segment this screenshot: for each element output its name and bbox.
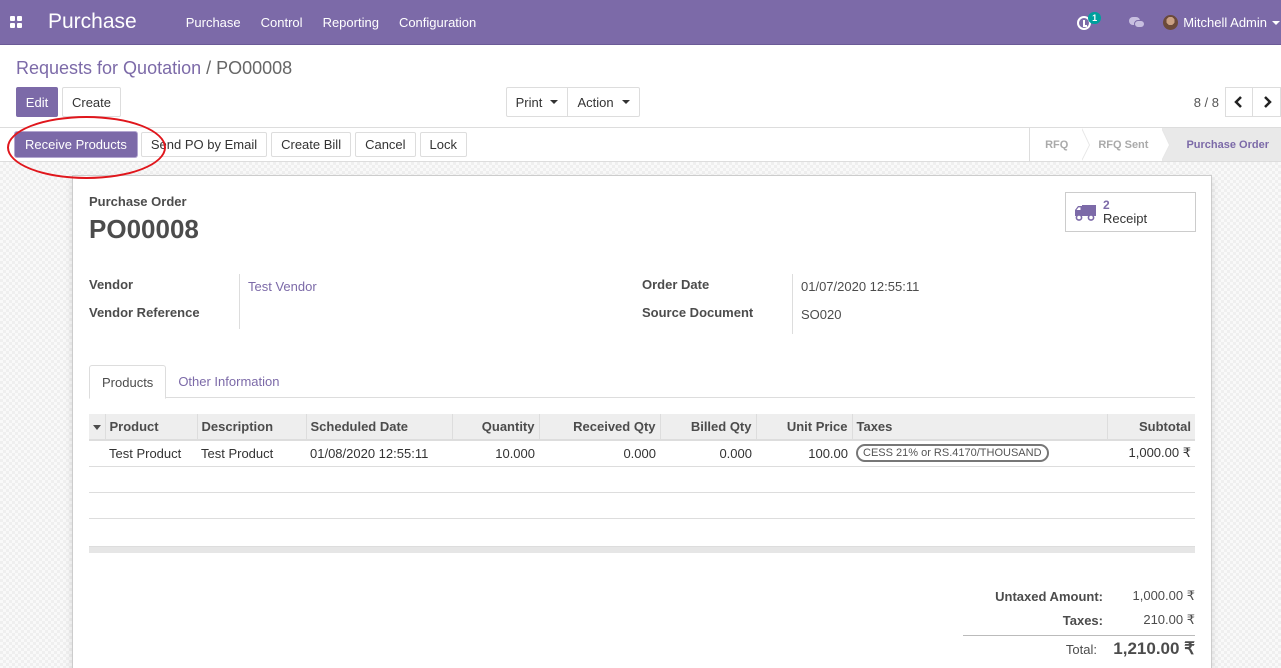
vendor-label: Vendor bbox=[89, 277, 134, 292]
receipt-label: Receipt bbox=[1103, 211, 1148, 226]
column-header-unit-price[interactable]: Unit Price bbox=[755, 414, 852, 441]
order-date-label: Order Date bbox=[642, 277, 710, 292]
edit-button[interactable]: Edit bbox=[16, 87, 58, 117]
chat-icon[interactable] bbox=[1129, 16, 1146, 29]
menu-reporting[interactable]: Reporting bbox=[323, 15, 379, 30]
caret-down-icon bbox=[93, 425, 101, 431]
vendor-field[interactable]: Test Vendor bbox=[248, 279, 317, 294]
sidebar-actions: Print Action bbox=[506, 87, 640, 117]
receipt-count: 2 bbox=[1103, 198, 1110, 212]
lock-button[interactable]: Lock bbox=[419, 132, 468, 157]
print-dropdown[interactable]: Print bbox=[506, 87, 568, 117]
stage-rfq[interactable]: RFQ bbox=[1030, 128, 1091, 161]
tax-tag: CESS 21% or RS.4170/THOUSAND bbox=[856, 444, 1049, 463]
activity-count-badge: 1 bbox=[1088, 11, 1102, 24]
table-footer bbox=[89, 546, 1195, 553]
activity-clock-icon[interactable]: 1 bbox=[1077, 11, 1102, 30]
print-label: Print bbox=[515, 94, 543, 110]
action-dropdown[interactable]: Action bbox=[568, 87, 640, 117]
column-header-product[interactable]: Product bbox=[104, 414, 197, 441]
top-navbar: Purchase Purchase Control Reporting Conf… bbox=[0, 0, 1281, 45]
column-header-subtotal[interactable]: Subtotal bbox=[1106, 414, 1195, 441]
apps-menu-icon[interactable] bbox=[10, 16, 22, 28]
cell-scheduled-date[interactable]: 01/08/2020 12:55:11 bbox=[306, 440, 452, 467]
truck-icon bbox=[1075, 204, 1096, 221]
avatar[interactable] bbox=[1163, 15, 1179, 30]
order-lines-table: Product Description Scheduled Date Quant… bbox=[89, 414, 1195, 544]
order-totals: Untaxed Amount: 1,000.00 ₹ Taxes: 210.00… bbox=[963, 584, 1195, 662]
field-divider bbox=[239, 274, 240, 329]
breadcrumb-separator: / bbox=[206, 58, 212, 78]
chevron-right-icon bbox=[1263, 96, 1272, 108]
chevron-left-icon bbox=[1234, 96, 1242, 108]
cell-description[interactable]: Test Product bbox=[197, 440, 306, 467]
receipt-smart-button[interactable]: 2 Receipt bbox=[1065, 192, 1196, 232]
taxes-value: 210.00 ₹ bbox=[1143, 612, 1195, 627]
breadcrumb-parent[interactable]: Requests for Quotation bbox=[16, 58, 201, 78]
form-statusbar: Receive Products Send PO by Email Create… bbox=[0, 128, 1281, 162]
cell-billed-qty[interactable]: 0.000 bbox=[660, 440, 756, 467]
stage-rfq-sent[interactable]: RFQ Sent bbox=[1082, 128, 1171, 161]
pager-next-button[interactable] bbox=[1253, 87, 1281, 117]
tab-other-information[interactable]: Other Information bbox=[166, 365, 291, 398]
cell-subtotal: 1,000.00 ₹ bbox=[1107, 440, 1195, 467]
user-menu[interactable]: Mitchell Admin bbox=[1183, 15, 1267, 30]
column-header-quantity[interactable]: Quantity bbox=[451, 414, 539, 441]
column-header-billed-qty[interactable]: Billed Qty bbox=[659, 414, 756, 441]
breadcrumb-current: PO00008 bbox=[216, 58, 293, 78]
taxes-label: Taxes: bbox=[1062, 612, 1103, 628]
menu-control[interactable]: Control bbox=[261, 15, 303, 30]
cancel-button[interactable]: Cancel bbox=[355, 132, 416, 157]
document-title: PO00008 bbox=[89, 214, 199, 244]
sort-handle-header[interactable] bbox=[89, 414, 105, 441]
field-divider bbox=[792, 274, 793, 334]
pager-previous-button[interactable] bbox=[1225, 87, 1253, 117]
chevron-down-icon[interactable] bbox=[1272, 20, 1280, 25]
column-header-received-qty[interactable]: Received Qty bbox=[538, 414, 660, 441]
column-header-description[interactable]: Description bbox=[196, 414, 306, 441]
caret-down-icon bbox=[621, 100, 630, 104]
row-handle bbox=[89, 440, 105, 467]
total-label: Total: bbox=[1065, 641, 1097, 657]
notebook-tabs: Products Other Information bbox=[89, 365, 1195, 399]
create-button[interactable]: Create bbox=[62, 87, 121, 117]
cell-unit-price[interactable]: 100.00 bbox=[756, 440, 852, 467]
source-document-label: Source Document bbox=[642, 305, 754, 320]
cell-taxes[interactable]: CESS 21% or RS.4170/THOUSAND bbox=[852, 440, 1107, 467]
untaxed-amount-label: Untaxed Amount: bbox=[995, 588, 1103, 604]
navbar-systray: 1 Mitchell Admin bbox=[1077, 0, 1281, 45]
table-row[interactable]: Test Product Test Product 01/08/2020 12:… bbox=[89, 440, 1195, 467]
app-brand[interactable]: Purchase bbox=[48, 10, 137, 34]
tab-products[interactable]: Products bbox=[89, 365, 167, 399]
total-value: 1,210.00 ₹ bbox=[1113, 639, 1195, 658]
header-buttons: Receive Products Send PO by Email Create… bbox=[15, 132, 471, 157]
untaxed-amount-value: 1,000.00 ₹ bbox=[1132, 588, 1196, 603]
cell-product[interactable]: Test Product bbox=[105, 440, 197, 467]
pager-value[interactable]: 8 / 8 bbox=[1194, 95, 1219, 110]
empty-row bbox=[89, 492, 1195, 519]
cell-received-qty[interactable]: 0.000 bbox=[539, 440, 660, 467]
empty-row bbox=[89, 466, 1195, 493]
breadcrumb: Requests for Quotation / PO00008 bbox=[16, 58, 292, 79]
menu-purchase[interactable]: Purchase bbox=[186, 15, 241, 30]
order-date-field: 01/07/2020 12:55:11 bbox=[801, 279, 920, 294]
caret-down-icon bbox=[550, 100, 559, 104]
status-stages: RFQ RFQ Sent Purchase Order bbox=[1029, 128, 1281, 161]
receive-products-button[interactable]: Receive Products bbox=[15, 132, 137, 157]
action-label: Action bbox=[577, 94, 614, 110]
form-sheet: 2 Receipt Purchase Order PO00008 Vendor … bbox=[72, 175, 1212, 668]
empty-row bbox=[89, 518, 1195, 544]
source-document-field: SO020 bbox=[801, 307, 842, 322]
stage-purchase-order[interactable]: Purchase Order bbox=[1162, 128, 1281, 161]
document-type-label: Purchase Order bbox=[89, 194, 187, 209]
send-po-by-email-button[interactable]: Send PO by Email bbox=[140, 132, 268, 157]
create-bill-button[interactable]: Create Bill bbox=[271, 132, 352, 157]
vendor-reference-label: Vendor Reference bbox=[89, 305, 200, 320]
menu-configuration[interactable]: Configuration bbox=[399, 15, 476, 30]
column-header-scheduled-date[interactable]: Scheduled Date bbox=[305, 414, 452, 441]
cell-quantity[interactable]: 10.000 bbox=[452, 440, 539, 467]
control-panel: Requests for Quotation / PO00008 Edit Crea… bbox=[0, 45, 1281, 128]
pager: 8 / 8 bbox=[1194, 87, 1281, 117]
column-header-taxes[interactable]: Taxes bbox=[851, 414, 1107, 441]
